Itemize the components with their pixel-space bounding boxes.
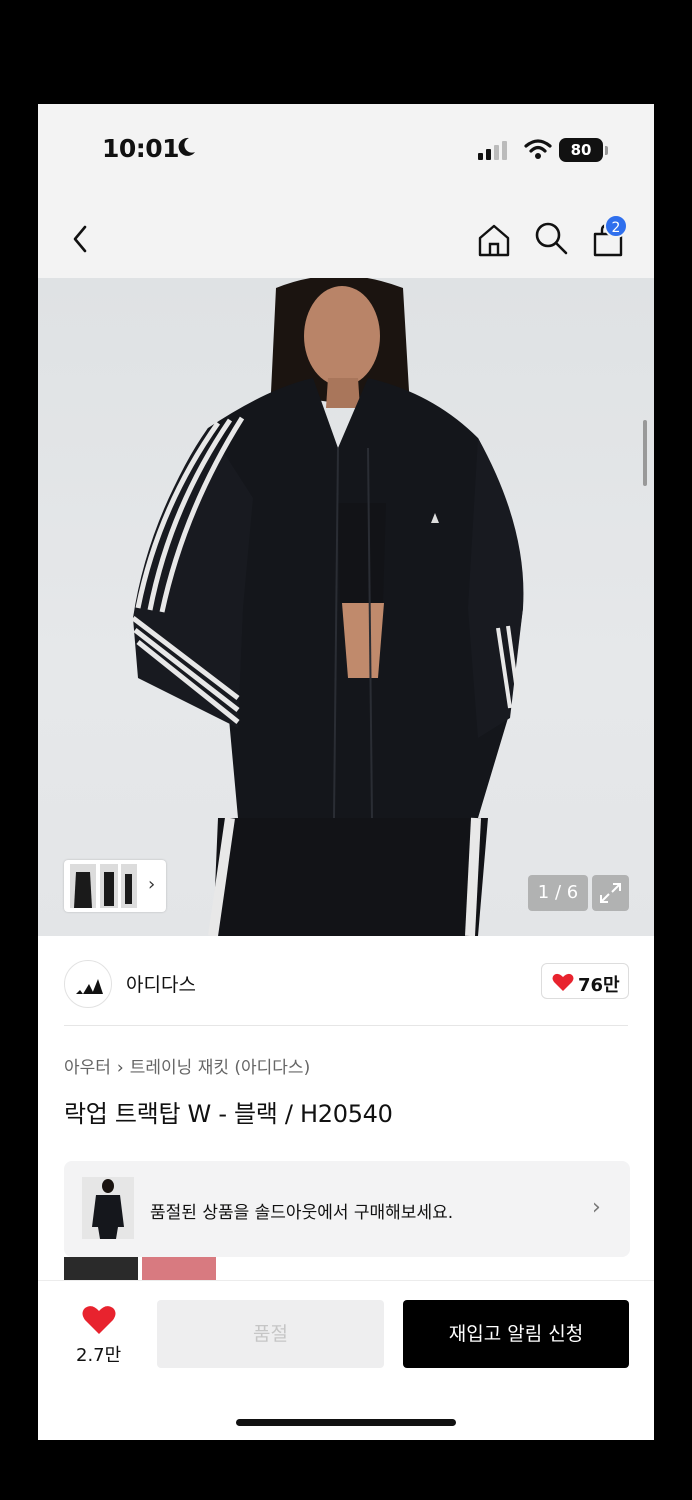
- thumbnail-strip[interactable]: ›: [64, 860, 166, 912]
- related-thumbnail[interactable]: [64, 1257, 138, 1281]
- chevron-right-icon: ›: [148, 874, 156, 895]
- cellular-signal-icon: [478, 141, 507, 160]
- app-screen: 10:01 80 2 › 1 / 6 아디다스 76만 아우터 › 트레이닝 재…: [38, 104, 654, 1440]
- divider: [64, 1025, 628, 1026]
- thumbnail-images: [70, 864, 137, 908]
- battery-indicator: 80: [559, 138, 603, 162]
- heart-icon[interactable]: [82, 1305, 116, 1335]
- expand-icon[interactable]: [592, 875, 629, 911]
- breadcrumb-separator-icon: ›: [116, 1058, 124, 1078]
- banner-thumbnail: [82, 1177, 134, 1239]
- related-thumbnail[interactable]: [142, 1257, 216, 1281]
- product-photo: [131, 278, 524, 936]
- search-icon[interactable]: [533, 220, 569, 256]
- home-icon[interactable]: [476, 222, 512, 258]
- brand-like-button[interactable]: 76만: [541, 963, 629, 999]
- back-arrow-icon[interactable]: [68, 222, 94, 256]
- cart-count-badge: 2: [604, 214, 628, 238]
- banner-product-image: [82, 1177, 134, 1239]
- adidas-logo-icon: [76, 979, 103, 994]
- banner-text: 품절된 상품을 솔드아웃에서 구매해보세요.: [150, 1203, 454, 1223]
- battery-tip: [605, 146, 608, 155]
- soldout-marketplace-banner[interactable]: 품절된 상품을 솔드아웃에서 구매해보세요. ›: [64, 1161, 630, 1257]
- moon-icon: [178, 137, 195, 156]
- scroll-indicator: [643, 420, 647, 486]
- image-page-counter: 1 / 6: [528, 875, 588, 911]
- bottom-action-bar: 2.7만 품절 재입고 알림 신청: [38, 1280, 654, 1440]
- heart-icon: [552, 973, 574, 991]
- chevron-right-icon: ›: [592, 1195, 601, 1220]
- brand-name[interactable]: 아디다스: [126, 970, 196, 997]
- product-title: 락업 트랙탑 W - 블랙 / H20540: [64, 1100, 393, 1128]
- status-time: 10:01: [102, 134, 180, 163]
- home-indicator: [236, 1419, 456, 1426]
- breadcrumb-item-training-jacket[interactable]: 트레이닝 재킷 (아디다스): [130, 1053, 310, 1078]
- soldout-button[interactable]: 품절: [157, 1300, 384, 1368]
- breadcrumb-item-outer[interactable]: 아우터: [64, 1053, 111, 1078]
- wifi-icon: [524, 139, 552, 159]
- brand-like-count: 76만: [578, 975, 620, 996]
- related-thumbnails[interactable]: [64, 1257, 264, 1281]
- brand-logo[interactable]: [64, 960, 112, 1008]
- breadcrumb: 아우터 › 트레이닝 재킷 (아디다스): [64, 1053, 310, 1078]
- favorite-count: 2.7만: [76, 1345, 122, 1366]
- product-image-gallery[interactable]: › 1 / 6: [38, 278, 654, 936]
- status-bar: 10:01 80: [38, 104, 654, 200]
- restock-alert-button[interactable]: 재입고 알림 신청: [403, 1300, 629, 1368]
- top-nav-bar: 2: [38, 200, 654, 278]
